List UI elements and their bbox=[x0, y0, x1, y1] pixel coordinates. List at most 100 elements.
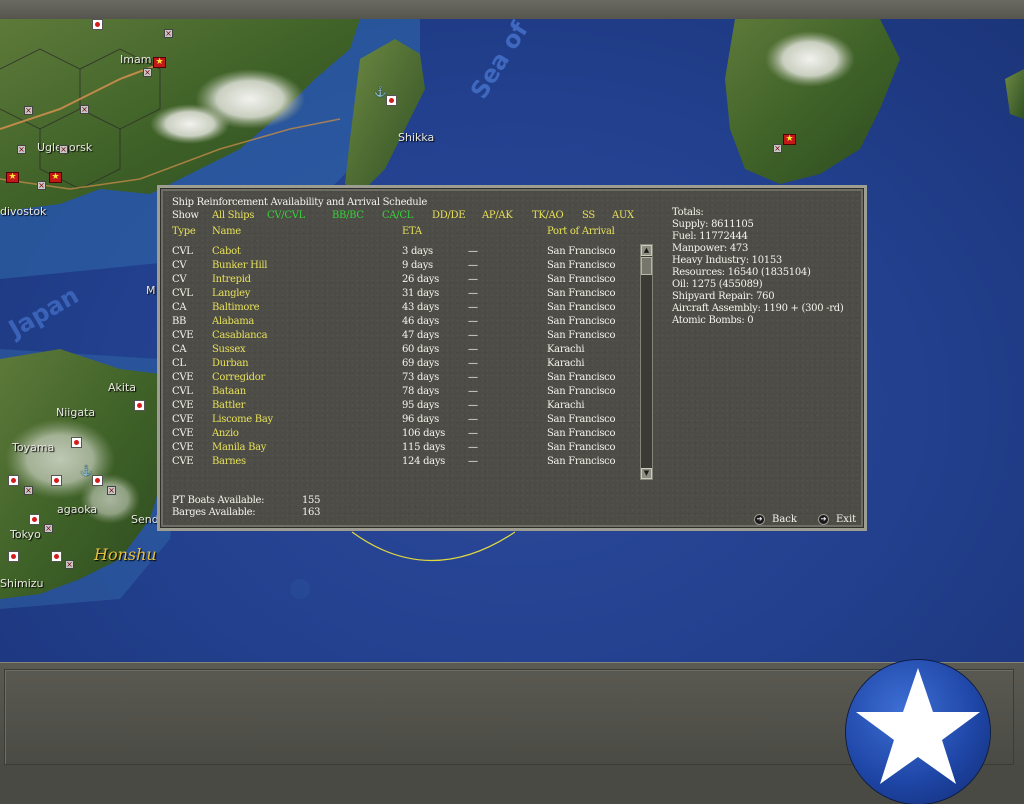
airfield-marker[interactable]: × bbox=[164, 29, 173, 38]
soviet-base-marker[interactable]: ★ bbox=[49, 172, 62, 183]
japanese-base-marker[interactable] bbox=[51, 475, 62, 486]
ship-name-link[interactable]: Battler bbox=[212, 400, 245, 411]
ship-row[interactable]: CVL Cabot 3 days — San Francisco bbox=[172, 246, 642, 260]
japanese-base-marker[interactable] bbox=[92, 475, 103, 486]
scroll-down-arrow-icon[interactable]: ▼ bbox=[641, 468, 652, 479]
ship-name-link[interactable]: Bataan bbox=[212, 386, 246, 397]
ship-row[interactable]: CVE Liscome Bay 96 days — San Francisco bbox=[172, 414, 642, 428]
ship-row[interactable]: CVE Casablanca 47 days — San Francisco bbox=[172, 330, 642, 344]
airfield-marker[interactable]: × bbox=[107, 486, 116, 495]
ship-name-link[interactable]: Langley bbox=[212, 288, 250, 299]
column-header-type[interactable]: Type bbox=[172, 226, 196, 237]
ship-name-link[interactable]: Intrepid bbox=[212, 274, 251, 285]
anchor-icon[interactable]: ⚓ bbox=[80, 466, 92, 477]
ship-name-link[interactable]: Corregidor bbox=[212, 372, 265, 383]
totals-shipyard-repair: Shipyard Repair: 760 bbox=[672, 291, 775, 302]
ship-port-cell: San Francisco bbox=[547, 288, 616, 299]
ship-type-cell: CVE bbox=[172, 456, 194, 467]
map-label-sendai: Send bbox=[131, 513, 159, 526]
airfield-marker[interactable]: × bbox=[143, 68, 152, 77]
anchor-icon[interactable]: ⚓ bbox=[374, 87, 386, 98]
japanese-base-marker[interactable] bbox=[134, 400, 145, 411]
ship-row[interactable]: CA Sussex 60 days — Karachi bbox=[172, 344, 642, 358]
soviet-base-marker[interactable]: ★ bbox=[153, 57, 166, 68]
japanese-base-marker[interactable] bbox=[29, 514, 40, 525]
ship-row[interactable]: CVE Barnes 124 days — San Francisco bbox=[172, 456, 642, 470]
ship-row[interactable]: CV Intrepid 26 days — San Francisco bbox=[172, 274, 642, 288]
ship-row[interactable]: BB Alabama 46 days — San Francisco bbox=[172, 316, 642, 330]
japanese-base-marker[interactable] bbox=[8, 551, 19, 562]
ship-name-link[interactable]: Casablanca bbox=[212, 330, 268, 341]
ship-type-cell: CV bbox=[172, 274, 187, 285]
ship-row[interactable]: CVL Bataan 78 days — San Francisco bbox=[172, 386, 642, 400]
us-star-roundel-icon[interactable] bbox=[846, 660, 990, 804]
ship-status-cell: — bbox=[468, 344, 478, 355]
ship-port-cell: Karachi bbox=[547, 400, 585, 411]
airfield-marker[interactable]: × bbox=[24, 486, 33, 495]
soviet-base-marker[interactable]: ★ bbox=[6, 172, 19, 183]
ship-row[interactable]: CVL Langley 31 days — San Francisco bbox=[172, 288, 642, 302]
ship-type-cell: CVL bbox=[172, 288, 193, 299]
barges-label: Barges Available: bbox=[172, 506, 256, 518]
airfield-marker[interactable]: × bbox=[17, 145, 26, 154]
ship-name-link[interactable]: Anzio bbox=[212, 428, 239, 439]
ship-name-link[interactable]: Manila Bay bbox=[212, 442, 266, 453]
ship-row[interactable]: CV Bunker Hill 9 days — San Francisco bbox=[172, 260, 642, 274]
star-icon bbox=[856, 668, 980, 784]
ship-row[interactable]: CVE Manila Bay 115 days — San Francisco bbox=[172, 442, 642, 456]
airfield-marker[interactable]: × bbox=[24, 106, 33, 115]
scroll-up-arrow-icon[interactable]: ▲ bbox=[641, 245, 652, 256]
ship-eta-cell: 9 days bbox=[402, 260, 433, 271]
column-header-name[interactable]: Name bbox=[212, 226, 241, 237]
ship-type-cell: CVE bbox=[172, 428, 194, 439]
filter-all-ships[interactable]: All Ships bbox=[212, 210, 254, 221]
ship-row[interactable]: CL Durban 69 days — Karachi bbox=[172, 358, 642, 372]
japanese-base-marker[interactable] bbox=[51, 551, 62, 562]
filter-ca-cl[interactable]: CA/CL bbox=[382, 210, 413, 221]
exit-button[interactable]: ➔ Exit bbox=[818, 514, 856, 525]
japanese-base-marker[interactable] bbox=[92, 19, 103, 30]
filter-tk-ao[interactable]: TK/AO bbox=[532, 210, 564, 221]
ship-name-link[interactable]: Alabama bbox=[212, 316, 254, 327]
ship-name-link[interactable]: Liscome Bay bbox=[212, 414, 273, 425]
scrollbar-thumb[interactable] bbox=[641, 257, 652, 275]
ship-row[interactable]: CVE Battler 95 days — Karachi bbox=[172, 400, 642, 414]
map-label-nagaoka: agaoka bbox=[57, 503, 98, 516]
column-header-eta[interactable]: ETA bbox=[402, 226, 422, 237]
ship-name-link[interactable]: Barnes bbox=[212, 456, 246, 467]
ship-name-link[interactable]: Bunker Hill bbox=[212, 260, 267, 271]
filter-aux[interactable]: AUX bbox=[612, 210, 634, 221]
ship-name-link[interactable]: Cabot bbox=[212, 246, 241, 257]
airfield-marker[interactable]: × bbox=[59, 145, 68, 154]
ship-row[interactable]: CVE Corregidor 73 days — San Francisco bbox=[172, 372, 642, 386]
soviet-base-marker[interactable]: ★ bbox=[783, 134, 796, 145]
filter-ap-ak[interactable]: AP/AK bbox=[482, 210, 513, 221]
japanese-base-marker[interactable] bbox=[71, 437, 82, 448]
ship-status-cell: — bbox=[468, 456, 478, 467]
ship-name-link[interactable]: Sussex bbox=[212, 344, 246, 355]
airfield-marker[interactable]: × bbox=[65, 560, 74, 569]
filter-ss[interactable]: SS bbox=[582, 210, 595, 221]
ship-eta-cell: 69 days bbox=[402, 358, 439, 369]
totals-resources: Resources: 16540 (1835104) bbox=[672, 267, 811, 278]
ship-name-link[interactable]: Baltimore bbox=[212, 302, 260, 313]
ship-port-cell: San Francisco bbox=[547, 414, 616, 425]
airfield-marker[interactable]: × bbox=[80, 105, 89, 114]
map-label-m: M bbox=[146, 284, 156, 297]
airfield-marker[interactable]: × bbox=[44, 524, 53, 533]
airfield-marker[interactable]: × bbox=[37, 181, 46, 190]
ship-row[interactable]: CVE Anzio 106 days — San Francisco bbox=[172, 428, 642, 442]
filter-bb-bc[interactable]: BB/BC bbox=[332, 210, 364, 221]
filter-dd-de[interactable]: DD/DE bbox=[432, 210, 466, 221]
japanese-base-marker[interactable] bbox=[8, 475, 19, 486]
column-header-port[interactable]: Port of Arrival bbox=[547, 226, 615, 237]
back-button[interactable]: ➔ Back bbox=[754, 514, 797, 525]
filter-cv-cvl[interactable]: CV/CVL bbox=[267, 210, 305, 221]
ship-row[interactable]: CA Baltimore 43 days — San Francisco bbox=[172, 302, 642, 316]
ship-name-link[interactable]: Durban bbox=[212, 358, 249, 369]
airfield-marker[interactable]: × bbox=[773, 144, 782, 153]
map-label-shikka: Shikka bbox=[398, 131, 435, 144]
ship-list-scrollbar[interactable]: ▲ ▼ bbox=[640, 244, 653, 480]
ship-eta-cell: 124 days bbox=[402, 456, 446, 467]
japanese-base-marker[interactable] bbox=[386, 95, 397, 106]
